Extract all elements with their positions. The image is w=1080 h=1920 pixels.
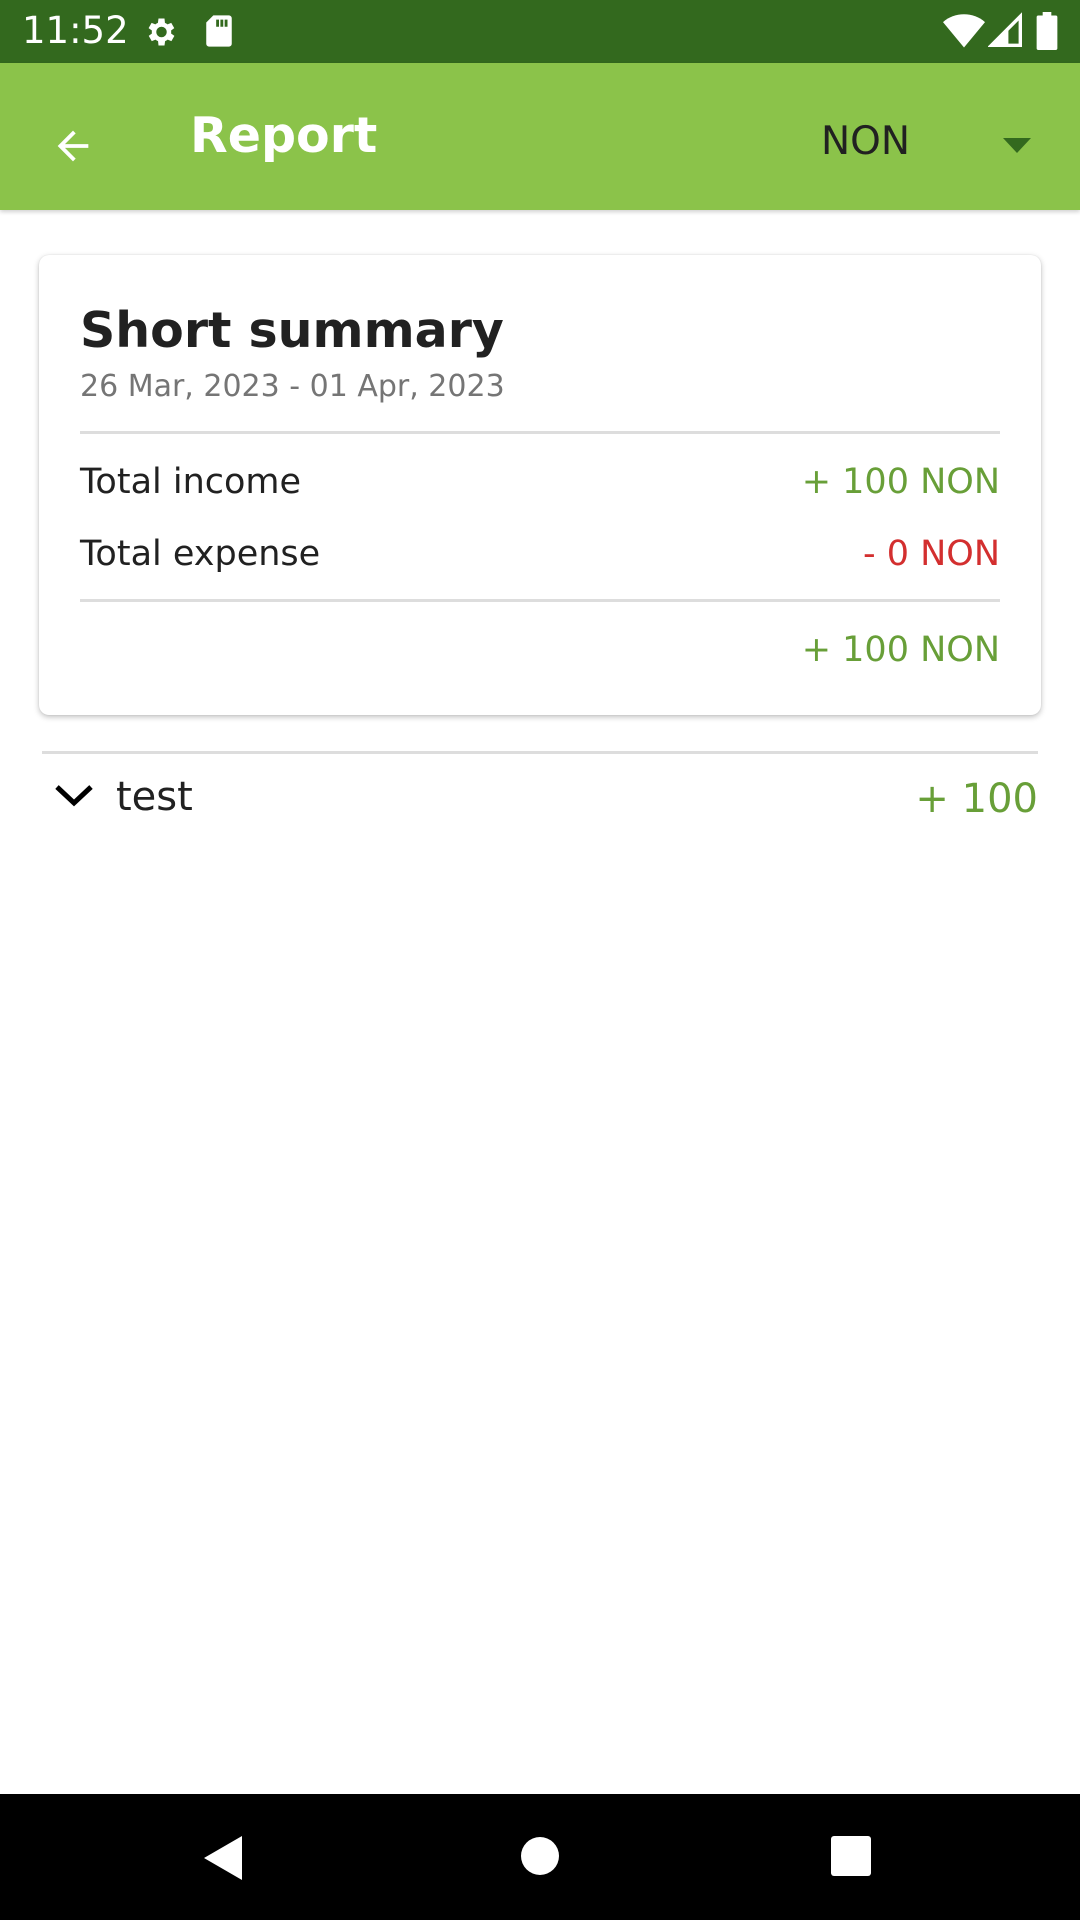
nav-back-button[interactable] <box>204 1836 244 1880</box>
signal-icon <box>988 12 1022 48</box>
group-name: test <box>116 774 193 820</box>
net-total-value: + 100 NON <box>801 630 1000 670</box>
app-bar: Report NON <box>0 63 1080 210</box>
wifi-icon <box>943 12 985 48</box>
status-bar: 11:52 <box>0 0 1080 63</box>
sd-card-icon <box>204 14 234 48</box>
chevron-down-icon <box>55 785 93 807</box>
home-circle-icon <box>521 1837 559 1875</box>
currency-selected-value: NON <box>821 119 911 164</box>
group-amount: + 100 <box>915 776 1038 822</box>
summary-date-range: 26 Mar, 2023 - 01 Apr, 2023 <box>80 369 505 404</box>
total-income-value: + 100 NON <box>801 462 1000 502</box>
nav-recents-button[interactable] <box>831 1836 871 1876</box>
nav-home-button[interactable] <box>520 1836 560 1876</box>
group-row-test[interactable]: test + 100 <box>42 754 1038 840</box>
back-button[interactable] <box>30 103 116 189</box>
gear-icon <box>142 14 178 50</box>
currency-dropdown[interactable]: NON <box>800 107 1050 191</box>
summary-card: Short summary 26 Mar, 2023 - 01 Apr, 202… <box>39 255 1041 715</box>
summary-divider-top <box>80 431 1000 434</box>
total-expense-label: Total expense <box>80 534 321 574</box>
back-arrow-icon <box>57 130 89 162</box>
summary-title: Short summary <box>80 302 504 359</box>
navigation-bar <box>0 1794 1080 1920</box>
battery-icon <box>1036 12 1058 50</box>
recents-square-icon <box>831 1836 871 1876</box>
total-expense-value: - 0 NON <box>862 534 1000 574</box>
page-title: Report <box>190 107 378 164</box>
dropdown-arrow-icon <box>1003 138 1031 153</box>
summary-divider-bottom <box>80 599 1000 602</box>
total-income-label: Total income <box>80 462 302 502</box>
back-triangle-icon <box>204 1836 242 1880</box>
status-time: 11:52 <box>22 9 129 52</box>
